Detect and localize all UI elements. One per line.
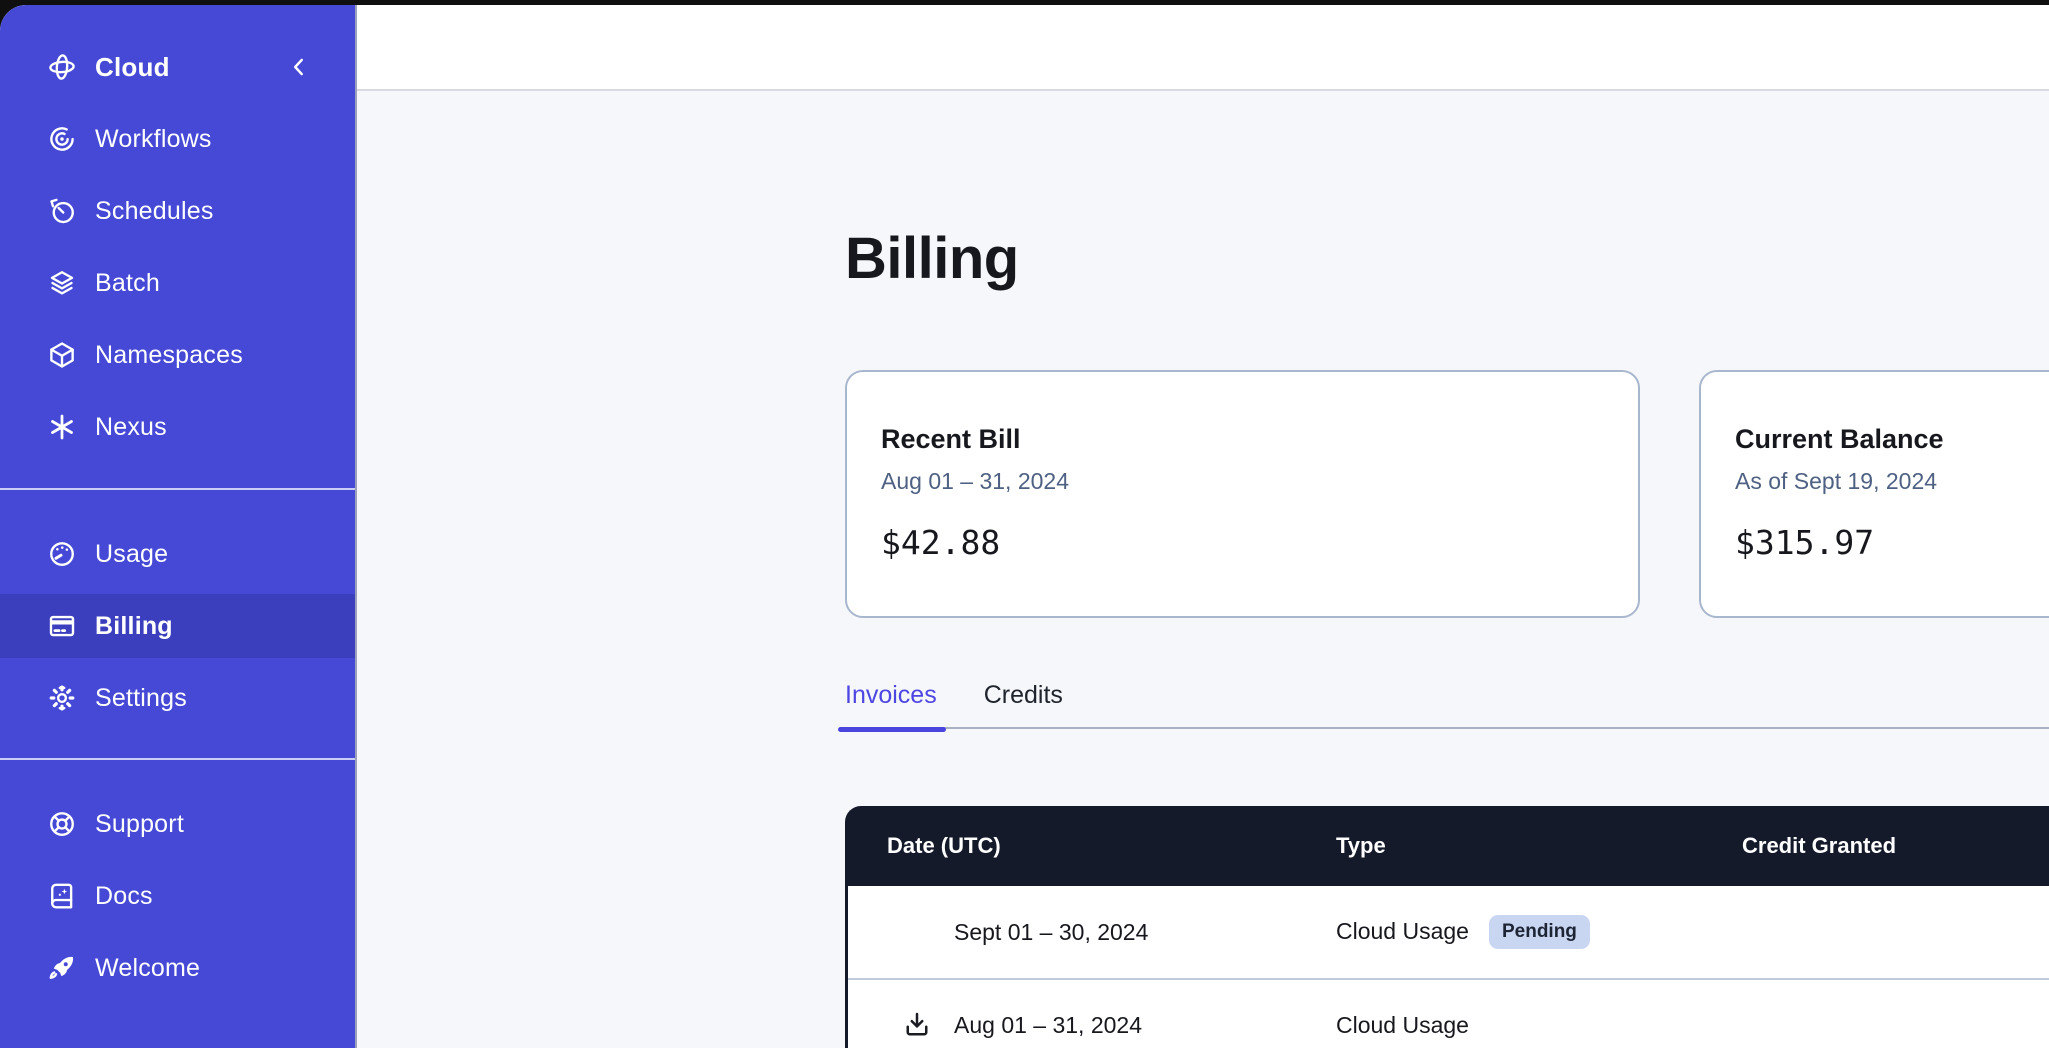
nexus-asterisk-icon: [47, 412, 77, 442]
status-badge-pending: Pending: [1489, 915, 1590, 950]
sidebar-item-workflows[interactable]: Workflows: [0, 107, 355, 171]
page-title: Billing: [845, 227, 1019, 291]
card-amount: $315.97: [1735, 523, 2049, 562]
sidebar-item-billing[interactable]: Billing: [0, 594, 355, 658]
workflows-icon: [47, 124, 77, 154]
invoices-table: Date (UTC) Type Credit Granted Sept 01 –…: [845, 806, 2049, 1048]
sidebar-divider: [0, 488, 355, 490]
welcome-rocket-icon: [47, 953, 77, 983]
chevron-left-icon: [286, 54, 312, 80]
sidebar-item-label: Namespaces: [95, 341, 243, 370]
invoice-date: Sept 01 – 30, 2024: [954, 919, 1148, 946]
sidebar-item-docs[interactable]: Docs: [0, 864, 355, 928]
sidebar-item-label: Billing: [95, 612, 173, 641]
app-window: Cloud Workflows: [0, 5, 2049, 1048]
sidebar: Cloud Workflows: [0, 5, 357, 1048]
sidebar-item-settings[interactable]: Settings: [0, 666, 355, 730]
sidebar-item-label: Usage: [95, 540, 168, 569]
recent-bill-card: Recent Bill Aug 01 – 31, 2024 $42.88: [845, 370, 1640, 618]
settings-gear-icon: [47, 683, 77, 713]
sidebar-item-support[interactable]: Support: [0, 792, 355, 856]
sidebar-item-label: Workflows: [95, 125, 212, 154]
sidebar-item-label: Settings: [95, 684, 187, 713]
tab-credits[interactable]: Credits: [984, 681, 1063, 710]
sidebar-item-nexus[interactable]: Nexus: [0, 395, 355, 459]
sidebar-item-label: Support: [95, 810, 184, 839]
column-header-credit-granted: Credit Granted: [1742, 833, 2049, 859]
current-balance-card: Current Balance As of Sept 19, 2024 $315…: [1699, 370, 2049, 618]
download-invoice-button[interactable]: [902, 1010, 932, 1040]
card-title: Current Balance: [1735, 424, 2049, 455]
download-placeholder: [902, 917, 932, 947]
top-navigation-bar: [357, 5, 2049, 91]
table-header-row: Date (UTC) Type Credit Granted: [845, 806, 2049, 886]
card-title: Recent Bill: [881, 424, 1600, 455]
sidebar-item-welcome[interactable]: Welcome: [0, 936, 355, 1000]
sidebar-item-label: Docs: [95, 882, 153, 911]
sidebar-item-usage[interactable]: Usage: [0, 522, 355, 586]
billing-card-icon: [47, 611, 77, 641]
temporal-logo-icon: [47, 52, 77, 82]
invoice-type: Cloud Usage: [1336, 918, 1469, 945]
usage-gauge-icon: [47, 539, 77, 569]
sidebar-collapse-button[interactable]: [285, 53, 313, 81]
card-subtitle: As of Sept 19, 2024: [1735, 468, 2049, 495]
sidebar-brand-cloud[interactable]: Cloud: [0, 35, 355, 99]
invoice-date: Aug 01 – 31, 2024: [954, 1012, 1142, 1039]
support-lifebuoy-icon: [47, 809, 77, 839]
download-icon: [902, 1010, 932, 1040]
invoice-type: Cloud Usage: [1336, 1012, 1469, 1039]
sidebar-item-label: Nexus: [95, 413, 167, 442]
sidebar-brand-label: Cloud: [95, 52, 170, 83]
tab-invoices[interactable]: Invoices: [845, 681, 937, 710]
column-header-type: Type: [1336, 833, 1742, 859]
table-row: Aug 01 – 31, 2024 Cloud Usage: [848, 978, 2049, 1048]
schedules-icon: [47, 196, 77, 226]
docs-book-icon: [47, 881, 77, 911]
table-row: Sept 01 – 30, 2024 Cloud Usage Pending: [848, 886, 2049, 978]
card-amount: $42.88: [881, 523, 1600, 562]
sidebar-item-label: Welcome: [95, 954, 200, 983]
billing-tabs: Invoices Credits: [845, 681, 2049, 729]
sidebar-item-batch[interactable]: Batch: [0, 251, 355, 315]
sidebar-item-label: Batch: [95, 269, 160, 298]
card-subtitle: Aug 01 – 31, 2024: [881, 468, 1600, 495]
sidebar-item-namespaces[interactable]: Namespaces: [0, 323, 355, 387]
sidebar-divider: [0, 758, 355, 760]
batch-layers-icon: [47, 268, 77, 298]
sidebar-item-schedules[interactable]: Schedules: [0, 179, 355, 243]
namespaces-cube-icon: [47, 340, 77, 370]
column-header-date: Date (UTC): [845, 833, 1336, 859]
sidebar-item-label: Schedules: [95, 197, 214, 226]
